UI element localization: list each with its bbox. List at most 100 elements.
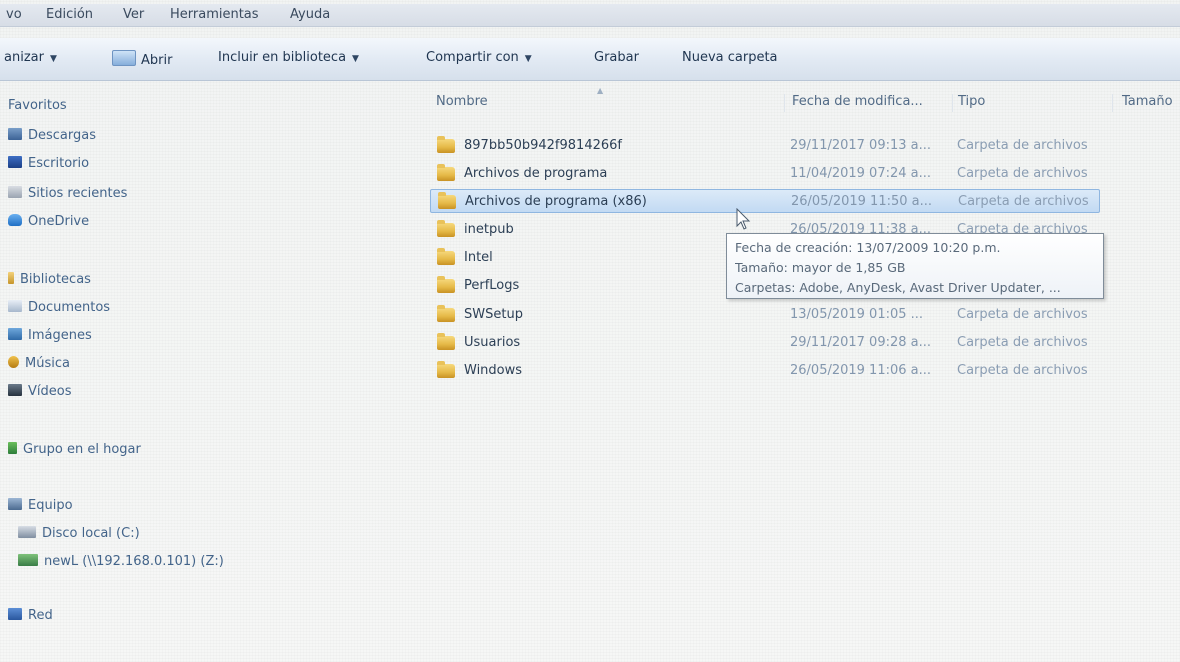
menu-edicion[interactable]: Edición	[46, 7, 93, 22]
network-drive-icon	[18, 554, 38, 566]
nav-desktop[interactable]: Escritorio	[8, 156, 89, 176]
open-icon	[112, 50, 136, 66]
column-header-date[interactable]: Fecha de modifica...	[792, 94, 923, 109]
nav-homegroup[interactable]: Grupo en el hogar	[8, 442, 141, 462]
chevron-down-icon: ▼	[49, 54, 57, 64]
nav-onedrive[interactable]: OneDrive	[8, 214, 89, 234]
file-name: PerfLogs	[464, 278, 520, 293]
tooltip-folders: Carpetas: Adobe, AnyDesk, Avast Driver U…	[735, 280, 1061, 295]
file-name: inetpub	[464, 222, 514, 237]
nav-network-drive-label: newL (\\192.168.0.101) (Z:)	[44, 554, 224, 569]
include-label: Incluir en biblioteca	[218, 50, 347, 65]
folder-icon	[437, 164, 455, 181]
nav-recent-label: Sitios recientes	[28, 186, 128, 201]
include-library-button[interactable]: Incluir en biblioteca ▼	[218, 50, 359, 65]
folder-info-tooltip: Fecha de creación: 13/07/2009 10:20 p.m.…	[726, 233, 1104, 299]
file-row[interactable]: Windows 26/05/2019 11:06 a... Carpeta de…	[430, 359, 1100, 383]
command-toolbar: anizar ▼ Abrir Incluir en biblioteca ▼ Com…	[0, 38, 1180, 81]
tooltip-size: Tamaño: mayor de 1,85 GB	[735, 260, 906, 275]
menu-ayuda[interactable]: Ayuda	[290, 7, 330, 22]
chevron-down-icon: ▼	[524, 54, 532, 64]
new-folder-button[interactable]: Nueva carpeta	[682, 50, 778, 65]
file-date: 13/05/2019 01:05 ...	[790, 307, 924, 322]
nav-network-drive[interactable]: newL (\\192.168.0.101) (Z:)	[18, 554, 224, 574]
chevron-down-icon: ▼	[352, 54, 359, 64]
nav-documents[interactable]: Documentos	[8, 300, 110, 320]
nav-downloads[interactable]: Descargas	[8, 128, 96, 148]
nav-videos-label: Vídeos	[28, 384, 72, 399]
burn-button[interactable]: Grabar	[594, 50, 639, 65]
nav-computer[interactable]: Equipo	[8, 498, 73, 518]
share-button[interactable]: Compartir con ▼	[426, 50, 532, 65]
nav-music[interactable]: Música	[8, 356, 70, 376]
file-row[interactable]: SWSetup 13/05/2019 01:05 ... Carpeta de …	[430, 303, 1100, 327]
recent-places-icon	[8, 186, 22, 198]
column-header-size[interactable]: Tamaño	[1122, 94, 1173, 109]
file-type: Carpeta de archivos	[957, 138, 1088, 153]
nav-local-disk[interactable]: Disco local (C:)	[18, 526, 140, 546]
desktop-icon	[8, 156, 22, 168]
file-row[interactable]: Archivos de programa 11/04/2019 07:24 a.…	[430, 162, 1100, 186]
column-divider[interactable]	[952, 94, 953, 112]
sort-ascending-icon: ▲	[597, 86, 604, 95]
organize-label: anizar	[4, 50, 44, 65]
file-date: 26/05/2019 11:50 a...	[791, 194, 933, 209]
file-type: Carpeta de archivos	[957, 335, 1088, 350]
menu-herramientas[interactable]: Herramientas	[170, 7, 259, 22]
folder-icon	[437, 136, 455, 153]
file-name: SWSetup	[464, 307, 523, 322]
nav-local-disk-label: Disco local (C:)	[42, 526, 140, 541]
nav-onedrive-label: OneDrive	[28, 214, 90, 229]
file-type: Carpeta de archivos	[958, 194, 1089, 209]
nav-images[interactable]: Imágenes	[8, 328, 92, 348]
open-button[interactable]: Abrir	[112, 50, 172, 68]
folder-icon	[437, 248, 455, 265]
nav-desktop-label: Escritorio	[28, 156, 90, 171]
column-divider[interactable]	[1112, 94, 1113, 112]
share-label: Compartir con	[426, 50, 519, 65]
nav-favorites-label: Favoritos	[8, 98, 67, 113]
menu-archivo[interactable]: vo	[6, 7, 22, 22]
file-row[interactable]: Usuarios 29/11/2017 09:28 a... Carpeta d…	[430, 331, 1100, 355]
open-label: Abrir	[141, 53, 173, 68]
folder-icon	[437, 305, 455, 322]
column-header-type[interactable]: Tipo	[958, 94, 985, 109]
file-row-selected[interactable]: Archivos de programa (x86) 26/05/2019 11…	[430, 189, 1100, 213]
hard-disk-icon	[18, 526, 36, 538]
computer-icon	[8, 498, 22, 510]
menu-ver[interactable]: Ver	[123, 7, 144, 22]
nav-favorites[interactable]: Favoritos	[8, 98, 67, 118]
nav-computer-label: Equipo	[28, 498, 73, 513]
file-date: 29/11/2017 09:28 a...	[790, 335, 932, 350]
nav-libraries[interactable]: Bibliotecas	[8, 272, 91, 292]
file-row[interactable]: 897bb50b942f9814266f 29/11/2017 09:13 a.…	[430, 134, 1100, 158]
nav-network[interactable]: Red	[8, 608, 53, 628]
nav-videos[interactable]: Vídeos	[8, 384, 71, 404]
homegroup-icon	[8, 442, 17, 454]
arrow-pointer-icon	[736, 208, 751, 230]
file-type: Carpeta de archivos	[957, 166, 1088, 181]
organize-button[interactable]: anizar ▼	[4, 50, 57, 65]
folder-icon	[437, 220, 455, 237]
images-icon	[8, 328, 22, 340]
file-name: Archivos de programa (x86)	[465, 194, 647, 209]
nav-homegroup-label: Grupo en el hogar	[23, 442, 141, 457]
tooltip-created: Fecha de creación: 13/07/2009 10:20 p.m.	[735, 240, 1001, 255]
file-type: Carpeta de archivos	[957, 363, 1088, 378]
music-icon	[8, 356, 19, 368]
file-date: 29/11/2017 09:13 a...	[790, 138, 932, 153]
nav-images-label: Imágenes	[28, 328, 92, 343]
documents-icon	[8, 300, 22, 312]
file-date: 11/04/2019 07:24 a...	[790, 166, 932, 181]
videos-icon	[8, 384, 22, 396]
column-header-name[interactable]: Nombre	[436, 94, 488, 109]
network-icon	[8, 608, 22, 620]
library-icon	[8, 272, 14, 284]
folder-icon	[437, 333, 455, 350]
file-type: Carpeta de archivos	[957, 307, 1088, 322]
folder-icon	[437, 361, 455, 378]
nav-recent-places[interactable]: Sitios recientes	[8, 186, 127, 206]
column-divider[interactable]	[784, 94, 785, 112]
explorer-window: vo Edición Ver Herramientas Ayuda anizar…	[0, 0, 1180, 662]
cloud-icon	[8, 214, 22, 226]
